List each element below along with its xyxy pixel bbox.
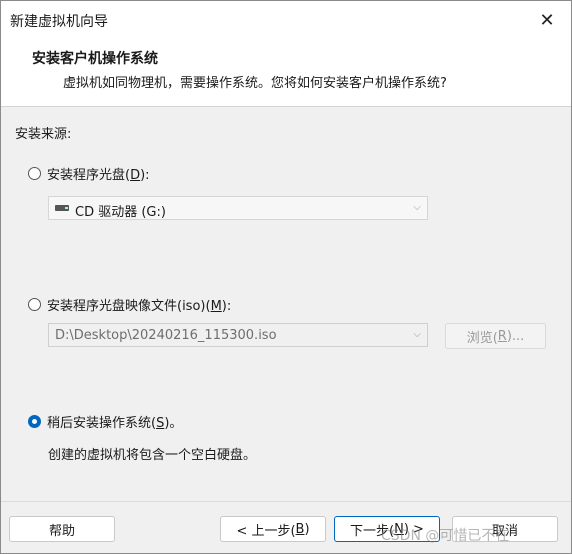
chevron-down-icon: ⌵ (413, 329, 421, 340)
radio-install-disc-label: 安装程序光盘(D): (47, 168, 150, 183)
help-button[interactable]: 帮助 (9, 516, 115, 542)
radio-install-later[interactable]: 稍后安装操作系统(S)。 (28, 412, 182, 431)
window-title: 新建虚拟机向导 (10, 14, 108, 30)
radio-install-iso-label: 安装程序光盘映像文件(iso)(M): (47, 299, 232, 314)
chevron-down-icon: ⌵ (413, 202, 421, 213)
browse-button[interactable]: 浏览(R)... (445, 323, 546, 349)
wizard-header: 安装客户机操作系统 虚拟机如同物理机，需要操作系统。您将如何安装客户机操作系统? (1, 39, 571, 107)
close-icon[interactable]: ✕ (523, 1, 571, 39)
radio-install-disc[interactable]: 安装程序光盘(D): (28, 164, 150, 183)
install-source-label: 安装来源: (15, 127, 72, 142)
title-bar: 新建虚拟机向导 ✕ (1, 1, 571, 39)
back-button[interactable]: < 上一步(B) (220, 516, 326, 542)
page-title: 安装客户机操作系统 (32, 51, 158, 67)
wizard-window: 新建虚拟机向导 ✕ 安装客户机操作系统 虚拟机如同物理机，需要操作系统。您将如何… (0, 0, 572, 554)
cd-drive-icon (55, 205, 69, 211)
radio-icon[interactable] (28, 415, 41, 428)
radio-install-later-label: 稍后安装操作系统(S)。 (47, 416, 183, 431)
radio-install-iso[interactable]: 安装程序光盘映像文件(iso)(M): (28, 295, 231, 314)
footer-divider (1, 501, 571, 502)
disc-drive-select[interactable]: CD 驱动器 (G:) ⌵ (48, 196, 428, 220)
radio-icon[interactable] (28, 298, 41, 311)
later-description: 创建的虚拟机将包含一个空白硬盘。 (48, 448, 257, 463)
iso-path-select[interactable]: D:\Desktop\20240216_115300.iso ⌵ (48, 323, 428, 347)
page-subtitle: 虚拟机如同物理机，需要操作系统。您将如何安装客户机操作系统? (63, 76, 447, 91)
disc-drive-value: CD 驱动器 (G:) (75, 205, 166, 220)
radio-icon[interactable] (28, 167, 41, 180)
iso-path-value: D:\Desktop\20240216_115300.iso (55, 328, 277, 343)
watermark: CSDN @可惜已不在 (381, 528, 510, 544)
